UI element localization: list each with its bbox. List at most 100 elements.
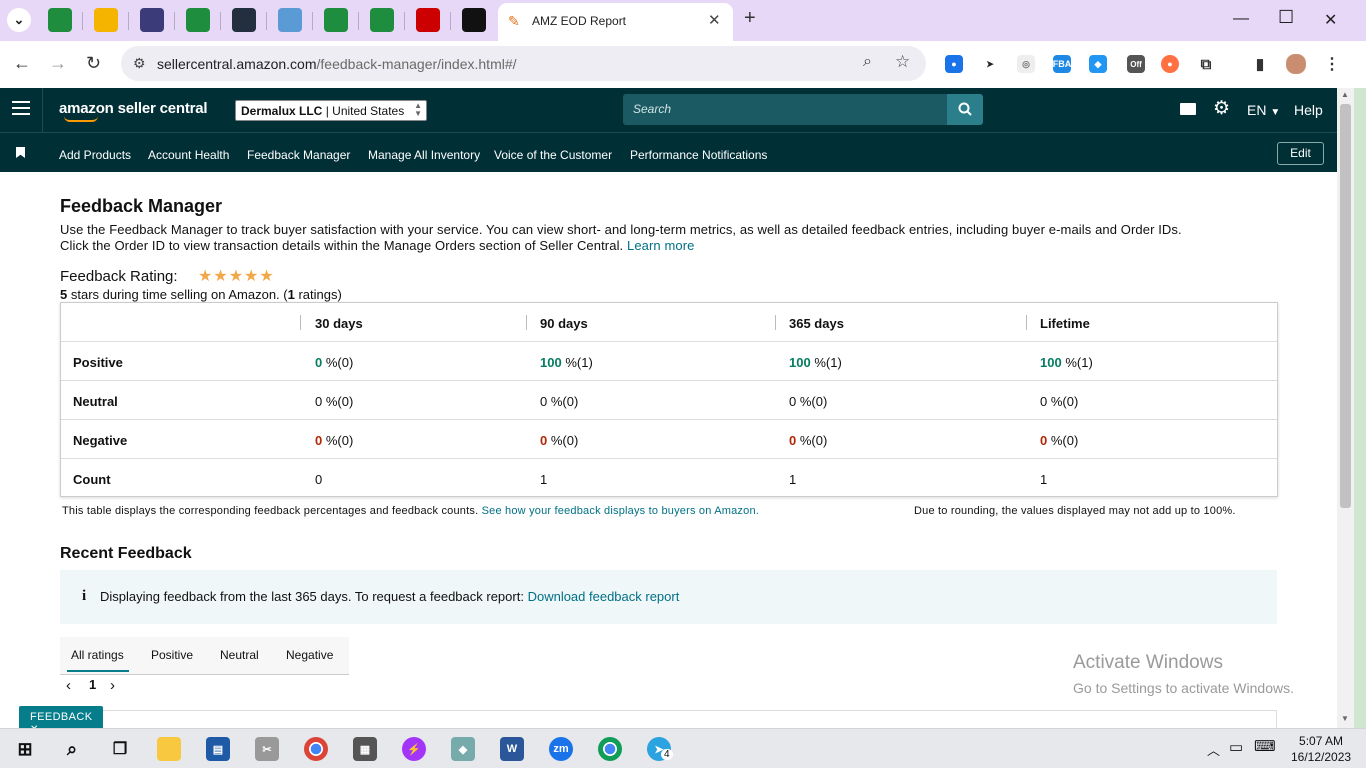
chevron-up-icon[interactable]: ︿ bbox=[1207, 740, 1220, 759]
amazon-icon[interactable] bbox=[462, 8, 486, 32]
app-icon[interactable]: ▤ bbox=[206, 737, 230, 761]
extension-icon[interactable]: ➤ bbox=[981, 55, 999, 73]
learn-more-link[interactable]: Learn more bbox=[627, 238, 694, 253]
app-icon[interactable]: ✂ bbox=[255, 737, 279, 761]
account-marketplace-select[interactable]: Dermalux LLC | United States ▲ ▼ bbox=[235, 100, 427, 121]
maximize-icon[interactable]: ☐ bbox=[1278, 7, 1294, 28]
url-text: sellercentral.amazon.com/feedback-manage… bbox=[157, 56, 517, 72]
site-info-icon[interactable]: ⚙ bbox=[133, 55, 146, 72]
extension-icon[interactable]: ◆ bbox=[1089, 55, 1107, 73]
recent-feedback-title: Recent Feedback bbox=[60, 545, 192, 562]
table-cell: 0 %(0) bbox=[540, 433, 578, 448]
column-header: Lifetime bbox=[1040, 316, 1090, 331]
nav-account-health[interactable]: Account Health bbox=[148, 148, 229, 162]
nav-performance-notifications[interactable]: Performance Notifications bbox=[630, 148, 767, 162]
windows-start-icon[interactable]: ⊞ bbox=[13, 737, 37, 761]
messenger-icon[interactable]: ⚡ bbox=[402, 737, 426, 761]
nav-add-products[interactable]: Add Products bbox=[59, 148, 131, 162]
select-arrows-icon: ▲ ▼ bbox=[414, 101, 422, 118]
profile-avatar[interactable] bbox=[1286, 54, 1306, 74]
tab-positive[interactable]: Positive bbox=[151, 648, 193, 662]
ab-icon[interactable] bbox=[140, 8, 164, 32]
word-icon[interactable]: W bbox=[500, 737, 524, 761]
search-icon[interactable]: ⌕ bbox=[60, 737, 84, 761]
bookmark-star-icon[interactable]: ☆ bbox=[895, 52, 910, 72]
help-link[interactable]: Help bbox=[1294, 102, 1323, 118]
row-label: Positive bbox=[73, 355, 123, 370]
scrollbar-thumb[interactable] bbox=[1340, 104, 1351, 508]
nav-voice-of-the-customer[interactable]: Voice of the Customer bbox=[494, 148, 612, 162]
gear-icon[interactable]: ⚙ bbox=[1213, 97, 1230, 120]
side-panel-icon[interactable]: ▮ bbox=[1251, 55, 1269, 73]
star-icon: ★ bbox=[228, 268, 245, 285]
tab-all-ratings[interactable]: All ratings bbox=[71, 648, 124, 662]
scroll-down-icon[interactable]: ▼ bbox=[1341, 714, 1349, 723]
bookmark-icon[interactable] bbox=[16, 147, 25, 158]
drive-icon[interactable] bbox=[94, 8, 118, 32]
cell-count: %(0) bbox=[550, 394, 579, 409]
clock-time: 5:07 AM bbox=[1299, 734, 1344, 748]
extension-icon[interactable]: ● bbox=[1161, 55, 1179, 73]
new-tab-button[interactable]: + bbox=[744, 7, 756, 30]
menu-dots-icon[interactable]: ⋮ bbox=[1323, 55, 1341, 73]
hamburger-menu-icon[interactable] bbox=[12, 101, 30, 115]
search-button[interactable] bbox=[947, 94, 983, 125]
triangle-icon[interactable] bbox=[416, 8, 440, 32]
cell-count: %(1) bbox=[565, 355, 593, 370]
chevron-right-icon[interactable]: › bbox=[110, 677, 115, 694]
amazon-icon[interactable] bbox=[232, 8, 256, 32]
sheets-icon[interactable] bbox=[324, 8, 348, 32]
table-cell: 0 %(0) bbox=[789, 394, 827, 409]
fba-extension-icon[interactable]: FBA bbox=[1053, 55, 1071, 73]
seller-central-logo[interactable]: amazon seller central bbox=[59, 100, 208, 117]
notification-icon[interactable]: ▭ bbox=[1229, 738, 1243, 756]
forward-icon[interactable]: → bbox=[49, 53, 67, 74]
tab-neutral[interactable]: Neutral bbox=[220, 648, 259, 662]
scroll-up-icon[interactable]: ▲ bbox=[1341, 90, 1349, 99]
page-number[interactable]: 1 bbox=[89, 677, 96, 692]
browser-toolbar: ← → ↻ ⚙ sellercentral.amazon.com/feedbac… bbox=[0, 41, 1366, 87]
feedback-display-link[interactable]: See how your feedback displays to buyers… bbox=[482, 505, 759, 517]
close-window-icon[interactable]: ✕ bbox=[1324, 10, 1337, 30]
chrome-profile-icon[interactable] bbox=[598, 737, 622, 761]
sheets-icon[interactable] bbox=[48, 8, 72, 32]
download-feedback-report-link[interactable]: Download feedback report bbox=[528, 589, 680, 604]
search-input[interactable]: Search bbox=[623, 94, 948, 125]
cell-value: 1 bbox=[1040, 472, 1048, 487]
reload-icon[interactable]: ↻ bbox=[86, 53, 101, 74]
zoom-icon[interactable]: zm bbox=[549, 737, 573, 761]
tab-close-icon[interactable]: ✕ bbox=[708, 11, 721, 29]
calculator-icon[interactable]: ▦ bbox=[353, 737, 377, 761]
language-select[interactable]: EN ▼ bbox=[1247, 102, 1280, 118]
zoom-icon[interactable]: ⌕ bbox=[863, 53, 872, 71]
rounding-note: Due to rounding, the values displayed ma… bbox=[914, 505, 1236, 517]
extension-icon[interactable]: ● bbox=[945, 55, 963, 73]
minimize-icon[interactable]: — bbox=[1233, 10, 1249, 28]
app-icon[interactable]: ◆ bbox=[451, 737, 475, 761]
back-icon[interactable]: ← bbox=[13, 53, 31, 74]
sheets-icon[interactable] bbox=[186, 8, 210, 32]
puzzle-icon[interactable]: ⧉ bbox=[1197, 55, 1215, 73]
feedback-widget-button[interactable]: FEEDBACK ✕ bbox=[19, 706, 103, 728]
task-view-icon[interactable]: ❐ bbox=[108, 737, 132, 761]
system-clock[interactable]: 5:07 AM 16/12/2023 bbox=[1291, 733, 1351, 765]
cube-icon[interactable] bbox=[278, 8, 302, 32]
extension-icon[interactable]: ◎ bbox=[1017, 55, 1035, 73]
sheets-icon[interactable] bbox=[370, 8, 394, 32]
tab-search-icon[interactable]: ⌄ bbox=[7, 8, 31, 32]
extension-off-icon[interactable]: Off bbox=[1127, 55, 1145, 73]
tab-negative[interactable]: Negative bbox=[286, 648, 333, 662]
tab-amz-eod-report[interactable]: ✎ AMZ EOD Report ✕ bbox=[498, 3, 733, 41]
chrome-icon[interactable] bbox=[304, 737, 328, 761]
table-row: Count 0 1 1 1 bbox=[61, 459, 1277, 498]
mail-icon[interactable] bbox=[1180, 103, 1196, 115]
address-bar[interactable]: ⚙ sellercentral.amazon.com/feedback-mana… bbox=[121, 46, 926, 81]
page-scrollbar[interactable]: ▲ ▼ bbox=[1337, 88, 1354, 728]
keyboard-icon[interactable]: ⌨ bbox=[1254, 737, 1276, 755]
column-header: 30 days bbox=[315, 316, 363, 331]
file-explorer-icon[interactable] bbox=[157, 737, 181, 761]
chevron-left-icon[interactable]: ‹ bbox=[66, 677, 71, 694]
nav-feedback-manager[interactable]: Feedback Manager bbox=[247, 148, 350, 162]
nav-manage-all-inventory[interactable]: Manage All Inventory bbox=[368, 148, 480, 162]
edit-button[interactable]: Edit bbox=[1277, 142, 1324, 165]
